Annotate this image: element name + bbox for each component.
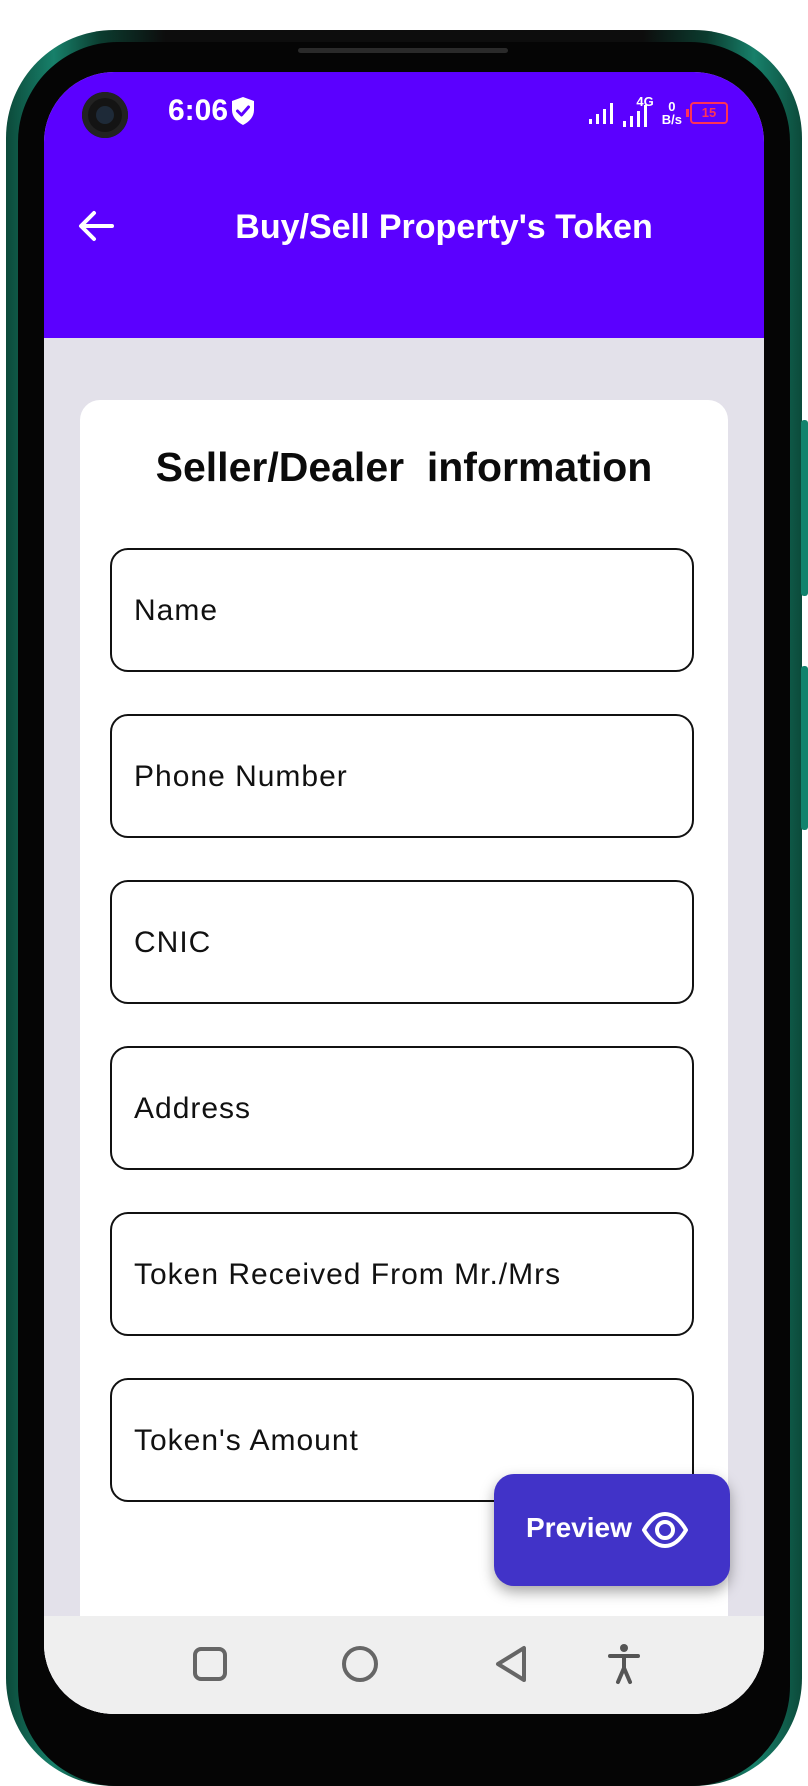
phone-number-field[interactable]: Phone Number xyxy=(110,714,694,838)
page-title: Buy/Sell Property's Token xyxy=(235,208,653,246)
front-camera xyxy=(82,92,128,138)
preview-button[interactable]: Preview xyxy=(494,1474,730,1586)
field-label-phone-number: Phone Number xyxy=(134,760,348,793)
phone-speaker xyxy=(298,48,508,53)
token-received-from-field[interactable]: Token Received From Mr./Mrs xyxy=(110,1212,694,1336)
system-nav-bar xyxy=(44,1616,764,1714)
form-title: Seller/Dealer information xyxy=(155,444,653,490)
back-icon[interactable] xyxy=(490,1642,534,1686)
field-label-token-amount: Token's Amount xyxy=(134,1424,359,1457)
status-bar: 6:06 4G 0 B/s 15 xyxy=(44,72,764,152)
signal-icon xyxy=(588,103,613,124)
field-label-address: Address xyxy=(134,1092,252,1125)
preview-button-label: Preview xyxy=(526,1512,632,1543)
address-field[interactable]: Address xyxy=(110,1046,694,1170)
app-bar: Buy/Sell Property's Token xyxy=(44,152,764,338)
volume-button xyxy=(801,420,808,596)
status-time: 6:06 xyxy=(168,94,229,127)
signal-4g-icon: 4G xyxy=(622,95,654,127)
cnic-field[interactable]: CNIC xyxy=(110,880,694,1004)
battery-icon: 15 xyxy=(686,102,728,124)
recents-icon[interactable] xyxy=(188,1642,232,1686)
name-field[interactable]: Name xyxy=(110,548,694,672)
signal-bars-icon xyxy=(622,105,647,127)
shield-icon xyxy=(232,97,254,125)
phone-screen: 6:06 4G 0 B/s 15 Buy/Sell Property's Tok… xyxy=(44,72,764,1714)
home-icon[interactable] xyxy=(338,1642,382,1686)
data-speed: 0 B/s xyxy=(662,100,682,126)
power-button xyxy=(801,666,808,830)
status-indicators: 4G 0 B/s 15 xyxy=(588,95,728,128)
eye-icon xyxy=(642,1512,688,1548)
data-speed-unit: B/s xyxy=(661,112,682,127)
accessibility-icon[interactable] xyxy=(602,1642,646,1686)
field-label-cnic: CNIC xyxy=(134,926,212,959)
field-label-token-received-from: Token Received From Mr./Mrs xyxy=(134,1258,562,1291)
arrow-left-icon[interactable] xyxy=(74,204,118,248)
field-label-name: Name xyxy=(134,594,219,627)
